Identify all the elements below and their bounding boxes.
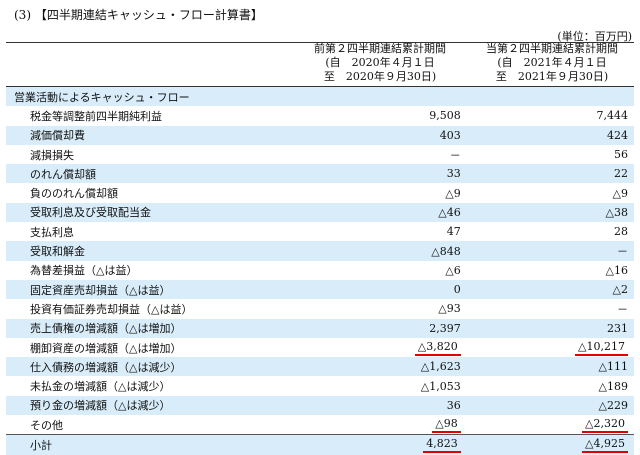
value-prev: 36 bbox=[304, 395, 471, 416]
table-row: 減価償却費 403 424 bbox=[6, 125, 634, 145]
table-row: 売上債権の増減額（△は増加） 2,397 231 bbox=[6, 318, 634, 338]
row-label: 支払利息 bbox=[30, 225, 74, 239]
row-label: 小計 bbox=[6, 434, 305, 455]
value-prev: △9 bbox=[445, 186, 461, 200]
row-label: 未払金の増減額（△は減少） bbox=[30, 380, 171, 394]
row-label: その他 bbox=[30, 418, 63, 432]
value-curr: 231 bbox=[470, 318, 634, 338]
highlighted-value: 4,823 bbox=[423, 437, 461, 453]
value-prev: 4,823 bbox=[304, 434, 471, 455]
table-row: のれん償却額 33 22 bbox=[6, 164, 634, 184]
row-label: 減価償却費 bbox=[6, 125, 305, 145]
value-curr: △2 bbox=[470, 279, 634, 300]
row-label: 税金等調整前四半期純利益 bbox=[30, 109, 162, 123]
value-curr: △38 bbox=[470, 202, 634, 223]
value-curr: △4,925 bbox=[470, 434, 634, 455]
column-header-curr-to: 至 2021年９月30日) bbox=[495, 70, 609, 83]
value-curr: △111 bbox=[470, 357, 634, 377]
highlighted-value: △98 bbox=[432, 417, 461, 433]
value-curr: △10,217 bbox=[471, 338, 634, 357]
row-label: 固定資産売却損益（△は益） bbox=[6, 279, 305, 300]
cash-flow-table-body: 営業活動によるキャッシュ・フロー税金等調整前四半期純利益 9,508 7,444 減価… bbox=[6, 87, 634, 455]
column-header-curr-from: (自 2021年４月１日 bbox=[497, 56, 607, 69]
table-row: 税金等調整前四半期純利益 9,508 7,444 bbox=[6, 106, 634, 125]
value-prev: 9,508 bbox=[429, 109, 461, 123]
value-prev: 0 bbox=[304, 279, 471, 300]
row-label: 減損損失 bbox=[30, 148, 74, 162]
highlighted-value: △10,217 bbox=[575, 340, 628, 356]
value-prev: △98 bbox=[304, 415, 470, 435]
table-row: 受取和解金 △848 － bbox=[6, 241, 634, 261]
value-curr: 424 bbox=[470, 125, 634, 145]
column-header-prev-from: (自 2020年４月１日 bbox=[325, 56, 435, 69]
column-header-prev-to: 至 2020年９月30日) bbox=[323, 70, 437, 83]
row-label: 為替差損益（△は益） bbox=[30, 264, 138, 278]
row-label: 売上債権の増減額（△は増加） bbox=[6, 318, 305, 338]
section-row: 営業活動によるキャッシュ・フロー bbox=[6, 87, 634, 107]
table-row: 為替差損益（△は益） △6 △16 bbox=[6, 261, 634, 280]
table-row: 棚卸資産の増減額（△は増加） △3,820 △10,217 bbox=[6, 338, 634, 357]
value-prev: 2,397 bbox=[304, 318, 471, 338]
subtotal-row: 小計 4,823 △4,925 bbox=[6, 434, 634, 455]
highlighted-value: △4,925 bbox=[582, 437, 628, 453]
value-prev: △93 bbox=[438, 302, 461, 316]
value-prev bbox=[304, 87, 471, 107]
value-prev: △848 bbox=[304, 241, 471, 261]
row-label: のれん償却額 bbox=[6, 164, 305, 184]
value-curr: － bbox=[470, 241, 634, 261]
value-prev: 47 bbox=[446, 225, 461, 239]
table-row: 投資有価証券売却損益（△は益） △93 － bbox=[6, 299, 634, 318]
value-curr: △16 bbox=[605, 263, 628, 277]
value-prev: △1,053 bbox=[420, 379, 461, 393]
cash-flow-table: 営業活動によるキャッシュ・フロー税金等調整前四半期純利益 9,508 7,444 減価… bbox=[6, 87, 634, 455]
row-label: 棚卸資産の増減額（△は増加） bbox=[30, 341, 182, 355]
table-row: 未払金の増減額（△は減少） △1,053 △189 bbox=[6, 376, 634, 395]
statement-heading: (3) 【四半期連結キャッシュ・フロー計算書】 bbox=[14, 8, 263, 22]
table-row: その他 △98 △2,320 bbox=[6, 415, 634, 435]
value-curr: 28 bbox=[614, 225, 628, 239]
value-prev: － bbox=[449, 148, 461, 162]
value-curr: － bbox=[617, 302, 628, 316]
row-label: 受取利息及び受取配当金 bbox=[6, 202, 305, 223]
table-row: 受取利息及び受取配当金 △46 △38 bbox=[6, 202, 634, 223]
row-label: 受取和解金 bbox=[6, 241, 305, 261]
column-header-curr-period: 当第２四半期連結累計期間 bbox=[486, 42, 618, 55]
column-header-prev: 前第２四半期連結累計期間 (自 2020年４月１日 至 2020年９月30日) bbox=[296, 42, 464, 84]
value-prev: △46 bbox=[304, 202, 471, 223]
value-curr: △189 bbox=[598, 379, 628, 393]
value-curr: 7,444 bbox=[596, 109, 629, 123]
value-prev: 403 bbox=[304, 125, 471, 145]
table-row: 支払利息 47 28 bbox=[6, 222, 634, 241]
row-label: 営業活動によるキャッシュ・フロー bbox=[6, 87, 305, 107]
value-curr: △2,320 bbox=[471, 415, 634, 435]
table-row: 負ののれん償却額 △9 △9 bbox=[6, 183, 634, 202]
row-label: 負ののれん償却額 bbox=[30, 187, 118, 201]
column-header-prev-period: 前第２四半期連結累計期間 bbox=[314, 42, 446, 55]
value-curr: △9 bbox=[612, 186, 628, 200]
value-curr: △229 bbox=[470, 395, 634, 416]
highlighted-value: △2,320 bbox=[582, 417, 628, 433]
row-label: 投資有価証券売却損益（△は益） bbox=[30, 302, 193, 316]
value-curr: 22 bbox=[470, 164, 634, 184]
value-prev: △3,820 bbox=[304, 338, 470, 357]
table-row: 固定資産売却損益（△は益） 0 △2 bbox=[6, 279, 634, 300]
table-row: 仕入債務の増減額（△は減少） △1,623 △111 bbox=[6, 357, 634, 377]
value-prev: △1,623 bbox=[304, 357, 471, 377]
row-label: 預り金の増減額（△は減少） bbox=[6, 395, 305, 416]
value-prev: 33 bbox=[304, 164, 471, 184]
highlighted-value: △3,820 bbox=[414, 340, 461, 356]
row-label: 仕入債務の増減額（△は減少） bbox=[6, 357, 305, 377]
table-row: 預り金の増減額（△は減少） 36 △229 bbox=[6, 395, 634, 416]
value-curr: 56 bbox=[614, 148, 628, 162]
value-curr bbox=[470, 87, 634, 107]
table-row: 減損損失 － 56 bbox=[6, 145, 634, 164]
column-header-curr: 当第２四半期連結累計期間 (自 2021年４月１日 至 2021年９月30日) bbox=[468, 42, 636, 84]
value-prev: △6 bbox=[445, 263, 461, 277]
